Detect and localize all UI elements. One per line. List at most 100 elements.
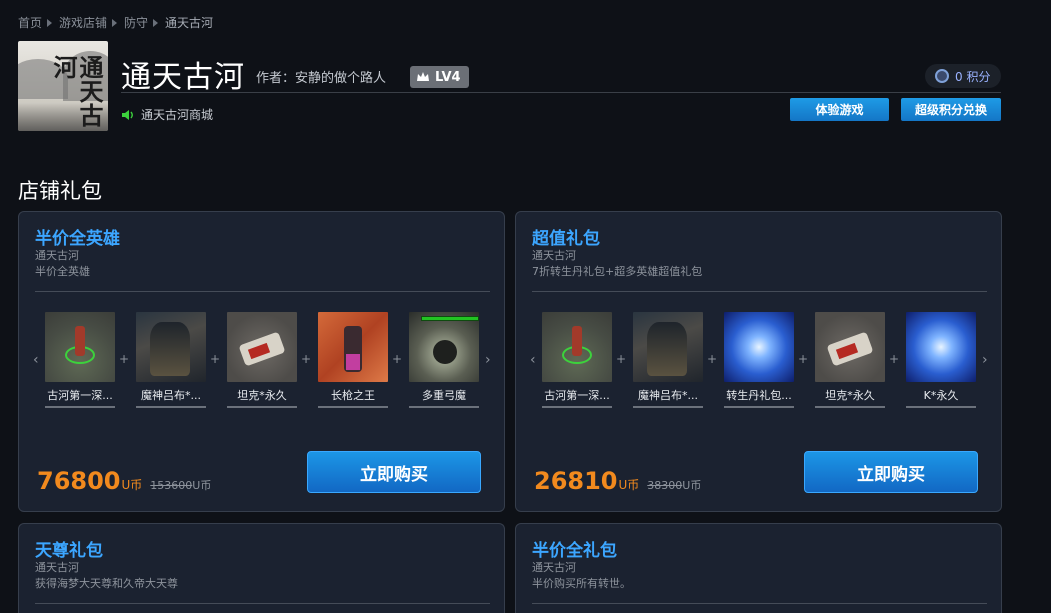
gift-card-value-pack: 超值礼包 通天古河 7折转生丹礼包+超多英雄超值礼包 ‹ 古河第一深... + … bbox=[515, 211, 1002, 512]
item-label: 古河第一深... bbox=[45, 386, 115, 408]
card-description: 半价全英雄 bbox=[35, 265, 90, 278]
item-label: 坦克*永久 bbox=[815, 386, 885, 408]
gift-card-half-price-heroes: 半价全英雄 通天古河 半价全英雄 ‹ 古河第一深... + 魔神吕布*... +… bbox=[18, 211, 505, 512]
item-label: 魔神吕布*... bbox=[633, 386, 703, 408]
chevron-left-icon[interactable]: ‹ bbox=[530, 352, 540, 368]
price-row: 76800 U币 153600 U币 bbox=[37, 467, 211, 495]
card-game-name: 通天古河 bbox=[35, 249, 79, 262]
item-card[interactable]: K*永久 bbox=[906, 312, 976, 408]
shop-link-label: 通天古河商城 bbox=[141, 108, 214, 122]
item-thumbnail bbox=[815, 312, 885, 382]
card-title: 半价全礼包 bbox=[532, 541, 617, 561]
plus-icon: + bbox=[301, 352, 312, 366]
points-balance[interactable]: 0 积分 bbox=[925, 64, 1001, 88]
original-price-unit: U币 bbox=[192, 479, 212, 492]
coin-icon bbox=[935, 69, 949, 83]
breadcrumb-arrow-icon bbox=[153, 18, 159, 27]
breadcrumb-defense[interactable]: 防守 bbox=[124, 14, 148, 31]
shop-link[interactable]: 通天古河商城 bbox=[121, 106, 213, 123]
trial-game-button[interactable]: 体验游戏 bbox=[790, 98, 889, 121]
card-game-name: 通天古河 bbox=[532, 561, 576, 574]
card-game-name: 通天古河 bbox=[35, 561, 79, 574]
card-divider bbox=[35, 291, 490, 292]
item-label: 坦克*永久 bbox=[227, 386, 297, 408]
item-label: 古河第一深... bbox=[542, 386, 612, 408]
item-carousel: ‹ 古河第一深... + 魔神吕布*... + 转生丹礼包... + 坦克*永久… bbox=[530, 312, 1000, 412]
breadcrumb: 首页 游戏店铺 防守 通天古河 bbox=[18, 14, 213, 31]
item-card[interactable]: 转生丹礼包... bbox=[724, 312, 794, 408]
item-thumbnail bbox=[633, 312, 703, 382]
item-card[interactable]: 魔神吕布*... bbox=[136, 312, 206, 408]
section-title: 店铺礼包 bbox=[18, 179, 102, 203]
card-divider bbox=[532, 291, 987, 292]
item-card[interactable]: 长枪之王 bbox=[318, 312, 388, 408]
original-price: 153600 bbox=[150, 479, 193, 492]
item-card[interactable]: 魔神吕布*... bbox=[633, 312, 703, 408]
card-description: 7折转生丹礼包+超多英雄超值礼包 bbox=[532, 265, 703, 278]
item-card[interactable]: 古河第一深... bbox=[542, 312, 612, 408]
game-title: 通天古河 bbox=[121, 60, 245, 95]
plus-icon: + bbox=[210, 352, 221, 366]
price-unit: U币 bbox=[121, 478, 143, 492]
level-badge: LV4 bbox=[410, 66, 469, 88]
item-thumbnail bbox=[542, 312, 612, 382]
breadcrumb-current: 通天古河 bbox=[165, 16, 214, 30]
item-thumbnail bbox=[227, 312, 297, 382]
item-thumbnail bbox=[724, 312, 794, 382]
buy-now-button[interactable]: 立即购买 bbox=[307, 451, 481, 493]
item-label: K*永久 bbox=[906, 386, 976, 408]
header-divider bbox=[121, 92, 1001, 93]
card-divider bbox=[35, 603, 490, 604]
plus-icon: + bbox=[889, 352, 900, 366]
item-thumbnail bbox=[906, 312, 976, 382]
gift-card-supreme: 天尊礼包 通天古河 获得海梦大天尊和久帝大天尊 bbox=[18, 523, 505, 613]
item-thumbnail bbox=[45, 312, 115, 382]
card-title: 天尊礼包 bbox=[35, 541, 103, 561]
speaker-icon bbox=[122, 109, 133, 120]
item-thumbnail bbox=[136, 312, 206, 382]
plus-icon: + bbox=[616, 352, 627, 366]
item-label: 转生丹礼包... bbox=[724, 386, 794, 408]
card-description: 获得海梦大天尊和久帝大天尊 bbox=[35, 577, 178, 590]
price-unit: U币 bbox=[618, 478, 640, 492]
card-title: 超值礼包 bbox=[532, 229, 600, 249]
card-divider bbox=[532, 603, 987, 604]
chevron-right-icon[interactable]: › bbox=[485, 352, 495, 368]
breadcrumb-game-shop[interactable]: 游戏店铺 bbox=[59, 14, 107, 31]
card-description: 半价购买所有转世。 bbox=[532, 577, 631, 590]
original-price: 38300 bbox=[647, 479, 683, 492]
item-label: 长枪之王 bbox=[318, 386, 388, 408]
item-thumbnail bbox=[409, 312, 479, 382]
original-price-unit: U币 bbox=[682, 479, 702, 492]
buy-now-button[interactable]: 立即购买 bbox=[804, 451, 978, 493]
item-card[interactable]: 坦克*永久 bbox=[227, 312, 297, 408]
item-card[interactable]: 多重弓魔 bbox=[409, 312, 479, 408]
breadcrumb-arrow-icon bbox=[47, 18, 53, 27]
crown-icon bbox=[417, 72, 429, 81]
plus-icon: + bbox=[707, 352, 718, 366]
level-text: LV4 bbox=[435, 69, 461, 85]
card-title: 半价全英雄 bbox=[35, 229, 120, 249]
plus-icon: + bbox=[798, 352, 809, 366]
item-card[interactable]: 坦克*永久 bbox=[815, 312, 885, 408]
game-logo: 通天古河 bbox=[18, 41, 108, 131]
current-price: 26810 bbox=[534, 467, 618, 495]
chevron-left-icon[interactable]: ‹ bbox=[33, 352, 43, 368]
current-price: 76800 bbox=[37, 467, 121, 495]
breadcrumb-arrow-icon bbox=[112, 18, 118, 27]
gift-card-half-price-all: 半价全礼包 通天古河 半价购买所有转世。 bbox=[515, 523, 1002, 613]
breadcrumb-home[interactable]: 首页 bbox=[18, 14, 42, 31]
points-exchange-button[interactable]: 超级积分兑换 bbox=[901, 98, 1001, 121]
card-game-name: 通天古河 bbox=[532, 249, 576, 262]
item-card[interactable]: 古河第一深... bbox=[45, 312, 115, 408]
author-label: 作者：安静的做个路人 bbox=[256, 71, 387, 86]
chevron-right-icon[interactable]: › bbox=[982, 352, 992, 368]
points-text: 0 积分 bbox=[955, 69, 991, 84]
item-label: 多重弓魔 bbox=[409, 386, 479, 408]
price-row: 26810 U币 38300 U币 bbox=[534, 467, 701, 495]
item-label: 魔神吕布*... bbox=[136, 386, 206, 408]
plus-icon: + bbox=[119, 352, 130, 366]
item-carousel: ‹ 古河第一深... + 魔神吕布*... + 坦克*永久 + 长枪之王 + 多… bbox=[33, 312, 503, 412]
plus-icon: + bbox=[392, 352, 403, 366]
logo-text: 通天古河 bbox=[49, 55, 104, 127]
